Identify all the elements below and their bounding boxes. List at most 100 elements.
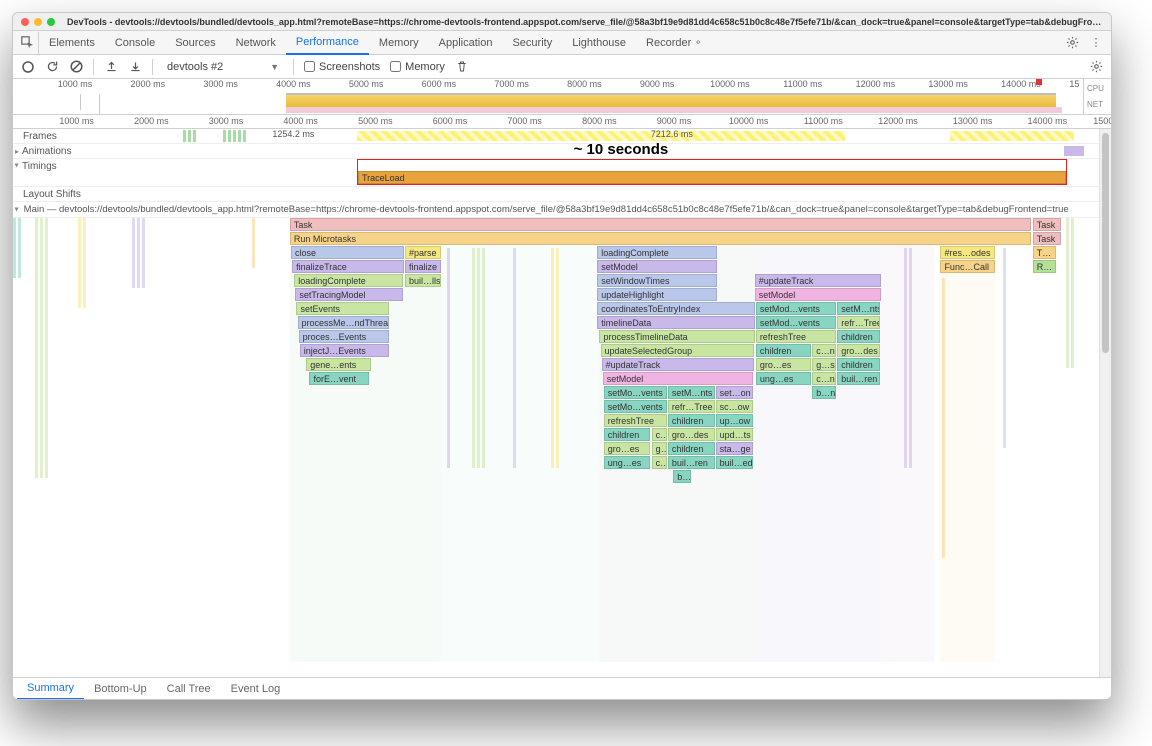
tab-performance[interactable]: Performance bbox=[286, 32, 369, 55]
flame-children6[interactable]: children bbox=[668, 442, 715, 455]
flame-bn1[interactable]: b…n bbox=[812, 386, 836, 399]
main-thread-header[interactable]: ▸ Main — devtools://devtools/bundled/dev… bbox=[13, 202, 1111, 218]
flame-builren1[interactable]: buil…ren bbox=[837, 372, 879, 385]
flame-cn2[interactable]: c…n bbox=[812, 372, 836, 385]
tab-lighthouse[interactable]: Lighthouse bbox=[562, 31, 636, 54]
flame-finalize[interactable]: finalize bbox=[405, 260, 441, 273]
flame-setmod-vents2[interactable]: setMod…vents bbox=[756, 316, 836, 329]
flame-b2[interactable]: b… bbox=[673, 470, 690, 483]
timeline-overview[interactable]: 1000 ms 2000 ms 3000 ms 4000 ms 5000 ms … bbox=[13, 79, 1111, 115]
flame-groes1[interactable]: gro…es bbox=[756, 358, 811, 371]
flame-set-tracing-model[interactable]: setTracingModel bbox=[295, 288, 403, 301]
capture-settings-icon[interactable] bbox=[1089, 60, 1103, 74]
flame-gene-ents[interactable]: gene…ents bbox=[306, 358, 371, 371]
flame-process-threads[interactable]: processMe…ndThreads bbox=[298, 316, 389, 329]
flame-seton[interactable]: set…on bbox=[716, 386, 753, 399]
flame-cn1[interactable]: c…n bbox=[812, 344, 836, 357]
flame-grodes2[interactable]: gro…des bbox=[668, 428, 715, 441]
track-animations[interactable]: ▸Animations ~ 10 seconds bbox=[13, 144, 1111, 159]
flame-refr-tree1[interactable]: refr…Tree bbox=[837, 316, 879, 329]
flame-update-highlight[interactable]: updateHighlight bbox=[597, 288, 716, 301]
inspect-element-icon[interactable] bbox=[17, 32, 39, 54]
flame-c1[interactable]: c… bbox=[652, 428, 667, 441]
tab-console[interactable]: Console bbox=[105, 31, 165, 54]
flame-task[interactable]: Task bbox=[1033, 218, 1061, 231]
flame-unges2[interactable]: ung…es bbox=[604, 456, 651, 469]
flame-setmod-vents1[interactable]: setMod…vents bbox=[756, 302, 836, 315]
flame-children1[interactable]: children bbox=[837, 330, 879, 343]
flame-setm-nts[interactable]: setM…nts bbox=[837, 302, 879, 315]
flame-setmodel[interactable]: setModel bbox=[597, 260, 716, 273]
flame-task[interactable]: Task bbox=[290, 218, 1031, 231]
flame-finalize-trace[interactable]: finalizeTrace bbox=[292, 260, 404, 273]
flame-updts[interactable]: upd…ts bbox=[716, 428, 753, 441]
flame-children3[interactable]: children bbox=[837, 358, 879, 371]
tab-application[interactable]: Application bbox=[429, 31, 503, 54]
flame-func-call[interactable]: Func…Call bbox=[940, 260, 994, 273]
flame-loading-complete[interactable]: loadingComplete bbox=[597, 246, 716, 259]
trash-icon[interactable] bbox=[455, 60, 469, 74]
flame-proces-events[interactable]: proces…Events bbox=[299, 330, 389, 343]
flame-refresh-tree1[interactable]: refreshTree bbox=[756, 330, 836, 343]
track-frames[interactable]: Frames 1254.2 ms 7212.6 ms bbox=[13, 129, 1111, 144]
btab-bottom-up[interactable]: Bottom-Up bbox=[84, 678, 157, 699]
timeline-ruler[interactable]: 1000 ms 2000 ms 3000 ms 4000 ms 5000 ms … bbox=[13, 115, 1111, 129]
flame-update-selected-group[interactable]: updateSelectedGroup bbox=[601, 344, 754, 357]
flame-set-model3[interactable]: setModel bbox=[603, 372, 753, 385]
flame-close[interactable]: close bbox=[291, 246, 404, 259]
flame-refresh-tree2[interactable]: refreshTree bbox=[604, 414, 667, 427]
window-controls[interactable] bbox=[21, 18, 55, 26]
flame-c2[interactable]: c… bbox=[652, 456, 667, 469]
reload-icon[interactable] bbox=[45, 60, 59, 74]
flame-process-timeline-data[interactable]: processTimelineData bbox=[599, 330, 754, 343]
close-icon[interactable] bbox=[21, 18, 29, 26]
settings-icon[interactable] bbox=[1065, 36, 1079, 50]
flame-timeline-data[interactable]: timelineData bbox=[597, 316, 754, 329]
flame-upow[interactable]: up…ow bbox=[716, 414, 753, 427]
flame-scow[interactable]: sc…ow bbox=[716, 400, 753, 413]
flame-set-window-times[interactable]: setWindowTimes bbox=[597, 274, 716, 287]
screenshots-checkbox[interactable]: Screenshots bbox=[304, 61, 380, 73]
traceload-bar[interactable]: TraceLoad bbox=[358, 171, 1066, 184]
upload-icon[interactable] bbox=[104, 60, 118, 74]
flame-run-microtasks[interactable]: Run Microtasks bbox=[290, 232, 1031, 245]
flame-children2[interactable]: children bbox=[756, 344, 811, 357]
memory-checkbox[interactable]: Memory bbox=[390, 61, 445, 73]
btab-call-tree[interactable]: Call Tree bbox=[157, 678, 221, 699]
btab-summary[interactable]: Summary bbox=[17, 679, 84, 700]
flame-inject-j-events[interactable]: injectJ…Events bbox=[300, 344, 389, 357]
flame-buil-lls[interactable]: buil…lls bbox=[405, 274, 441, 287]
flame-children5[interactable]: children bbox=[604, 428, 651, 441]
flame-chart[interactable]: Task Task Run Microtasks Task close #par… bbox=[13, 218, 1099, 677]
flame-groes2[interactable]: gro…es bbox=[604, 442, 651, 455]
flame-unges[interactable]: ung…es bbox=[756, 372, 811, 385]
flame-setmo-vents1[interactable]: setMo…vents bbox=[604, 386, 667, 399]
flame-parse[interactable]: #parse bbox=[405, 246, 441, 259]
track-timings[interactable]: ▸Timings TraceLoad bbox=[13, 159, 1111, 187]
flame-setmo-vents2[interactable]: setMo…vents bbox=[604, 400, 667, 413]
download-icon[interactable] bbox=[128, 60, 142, 74]
profile-select[interactable]: devtools #2▼ bbox=[163, 61, 283, 73]
flame-builed[interactable]: buil…ed bbox=[716, 456, 753, 469]
flame-t[interactable]: T… bbox=[1033, 246, 1056, 259]
flame-for-event[interactable]: forE…vent bbox=[309, 372, 369, 385]
flame-task[interactable]: Task bbox=[1033, 232, 1061, 245]
btab-event-log[interactable]: Event Log bbox=[221, 678, 291, 699]
flame-coords-to-entry[interactable]: coordinatesToEntryIndex bbox=[597, 302, 754, 315]
minimize-icon[interactable] bbox=[34, 18, 42, 26]
track-layout-shifts[interactable]: Layout Shifts bbox=[13, 187, 1111, 202]
record-icon[interactable] bbox=[21, 60, 35, 74]
clear-icon[interactable] bbox=[69, 60, 83, 74]
tab-memory[interactable]: Memory bbox=[369, 31, 429, 54]
flame-res-nodes[interactable]: #res…odes bbox=[940, 246, 994, 259]
flame-update-track2[interactable]: #updateTrack bbox=[602, 358, 754, 371]
flame-set-model2[interactable]: setModel bbox=[755, 288, 881, 301]
tab-elements[interactable]: Elements bbox=[39, 31, 105, 54]
flame-r[interactable]: R… bbox=[1033, 260, 1056, 273]
flame-grodes[interactable]: gro…des bbox=[837, 344, 879, 357]
flame-set-events[interactable]: setEvents bbox=[296, 302, 388, 315]
flame-g1[interactable]: g… bbox=[652, 442, 667, 455]
flame-refr-tree2[interactable]: refr…Tree bbox=[668, 400, 715, 413]
tab-network[interactable]: Network bbox=[226, 31, 286, 54]
flame-loading-complete2[interactable]: loadingComplete bbox=[294, 274, 403, 287]
